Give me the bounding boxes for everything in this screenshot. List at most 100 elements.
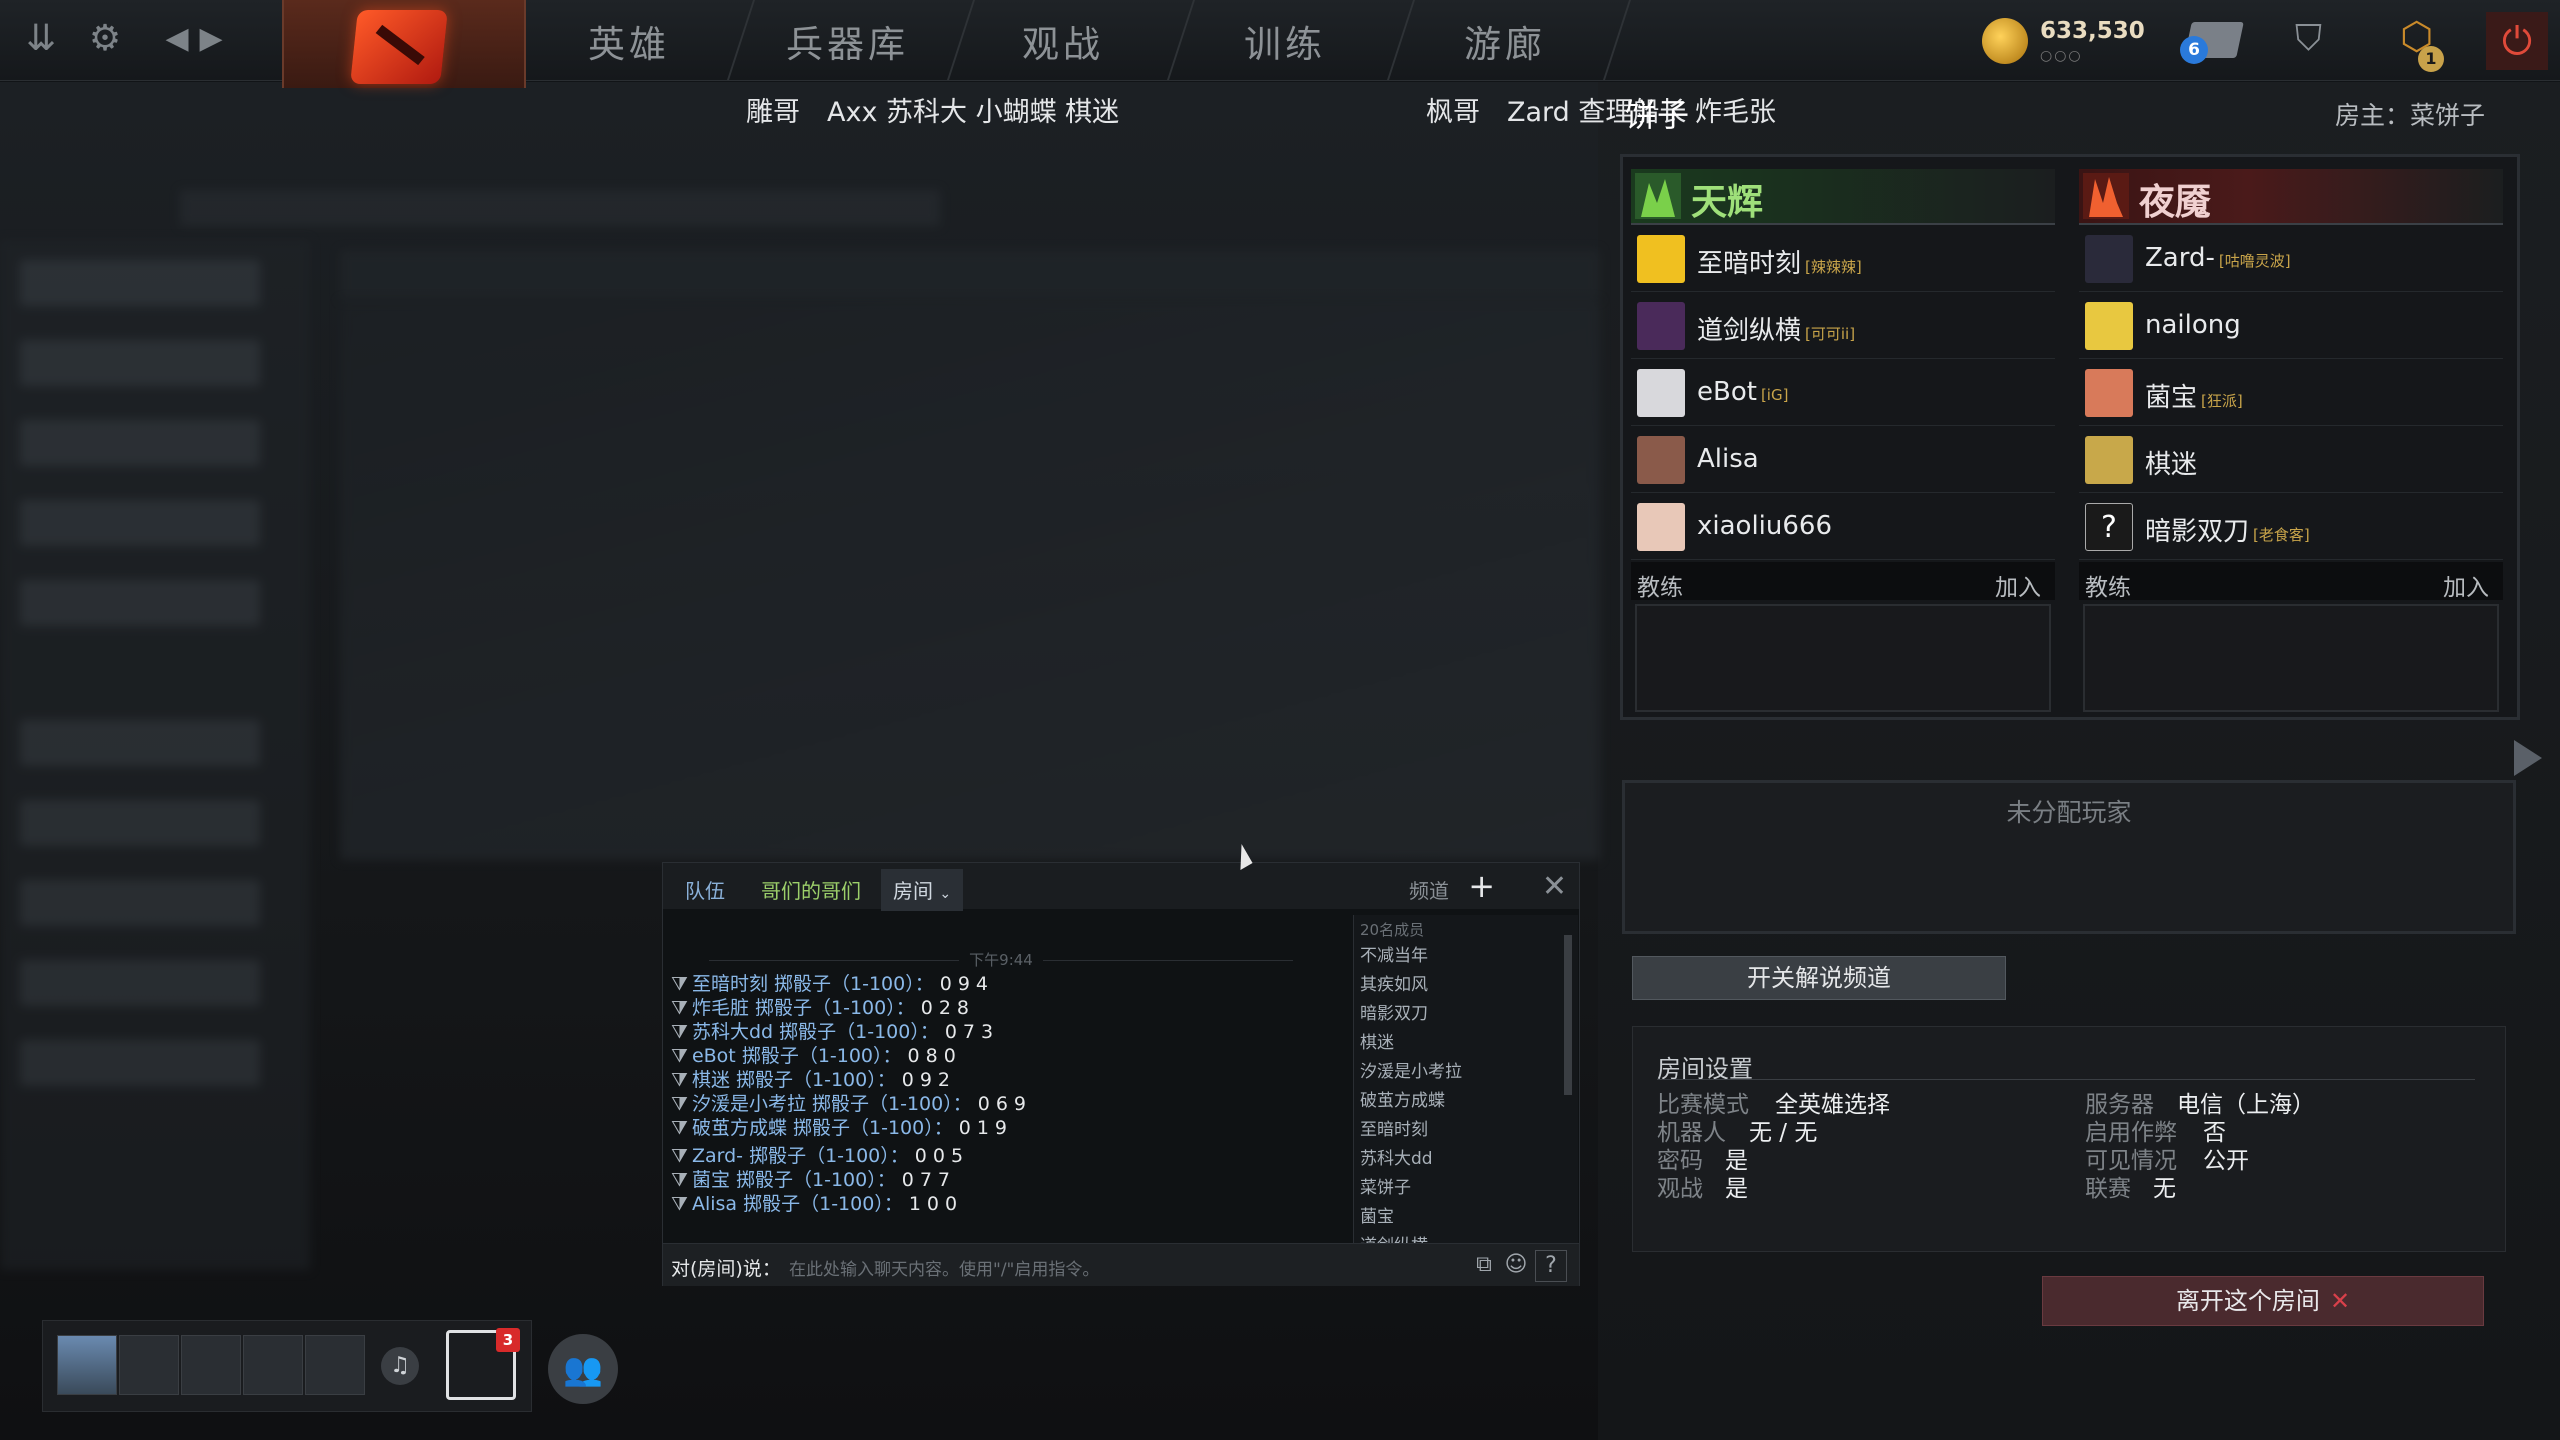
chat-input[interactable]: 在此处输入聊天内容。使用"/"启用指令。: [789, 1255, 1099, 1280]
gold-coin-icon[interactable]: [1982, 18, 2028, 64]
chat-timestamp: 下午9:44: [671, 949, 1331, 970]
party-slot-self[interactable]: [57, 1335, 117, 1395]
member-item[interactable]: 其疾如风: [1360, 970, 1428, 995]
group-icon[interactable]: 👥: [548, 1334, 618, 1404]
top-bar: ⇊ ⚙ ◀ ▶ 英雄 兵器库 观战 训练 游廊 633,530 ○○○ 6 ⛉ …: [0, 0, 2560, 88]
member-item[interactable]: 菌宝: [1360, 1202, 1394, 1227]
player-slot[interactable]: ? 暗影双刀 [老食客]: [2079, 493, 2503, 560]
player-rank-icon: ⧩: [671, 1117, 688, 1139]
power-icon[interactable]: ⏻: [2486, 12, 2548, 70]
player-name: nailong: [2145, 310, 2241, 340]
player-avatar: [2085, 235, 2133, 283]
member-item[interactable]: 破茧方成蝶: [1360, 1086, 1445, 1111]
blurred-tabs: [340, 250, 1600, 300]
dota-logo-tab[interactable]: [282, 0, 526, 88]
chat-tab-room[interactable]: 房间 ⌄: [881, 869, 964, 911]
armory-icon[interactable]: ⛉: [2295, 18, 2341, 60]
radiant-header: 天辉: [1631, 169, 2055, 225]
radiant-flag-icon: [1635, 173, 1681, 219]
gold-amount: 633,530: [2040, 18, 2145, 44]
chat-message: ⧩ Alisa 掷骰子（1-100）： 100: [671, 1193, 964, 1215]
chat-tab-team[interactable]: 队伍: [685, 875, 725, 904]
nav-learn[interactable]: 训练: [1244, 14, 1326, 66]
member-count: 20名成员: [1360, 921, 1425, 939]
leave-room-label: 离开这个房间: [2175, 1287, 2320, 1315]
player-name: 道剑纵横 [可可ii]: [1697, 316, 1856, 346]
nav-armory[interactable]: 兵器库: [786, 14, 909, 66]
member-item[interactable]: 至暗时刻: [1360, 1115, 1428, 1140]
member-item[interactable]: 棋迷: [1360, 1028, 1394, 1053]
chat-message: ⧩ 破茧方成蝶 掷骰子（1-100）： 019: [671, 1117, 1013, 1139]
room-settings: 房间设置 比赛模式 全英雄选择 机器人无 / 无 密码是 观战是 服务器 电信（上海…: [1632, 1026, 2506, 1252]
player-avatar: ?: [2085, 503, 2133, 551]
chat-window: 队伍 哥们的哥们 房间 ⌄ 频道 + ✕ 下午9:44 ⧩ 至暗时刻 掷骰子（1-…: [662, 862, 1580, 1286]
player-name: 棋迷: [2145, 450, 2198, 480]
member-item[interactable]: 汐湲是小考拉: [1360, 1057, 1462, 1082]
player-rank-icon: ⧩: [671, 1045, 688, 1067]
nav-arcade[interactable]: 游廊: [1464, 14, 1546, 66]
chat-message: ⧩ 菌宝 掷骰子（1-100）： 077: [671, 1169, 956, 1191]
chat-tabs: 队伍 哥们的哥们 房间 ⌄ 频道 + ✕: [663, 863, 1579, 911]
player-slot[interactable]: 道剑纵横 [可可ii]: [1631, 292, 2055, 359]
chat-message: ⧩ 炸毛脏 掷骰子（1-100）： 028: [671, 997, 975, 1019]
emoji-icon[interactable]: ☺: [1501, 1250, 1531, 1280]
player-rank-icon: ⧩: [671, 1193, 688, 1215]
setting-row: 联赛无: [2085, 1176, 2176, 1202]
player-name: eBot [iG]: [1697, 377, 1789, 407]
notification-badge: 3: [496, 1328, 520, 1352]
close-icon[interactable]: ✕: [1542, 869, 1567, 904]
radiant-coach-join-button[interactable]: 加入: [1995, 568, 2041, 602]
player-avatar: [1637, 235, 1685, 283]
member-item[interactable]: 道剑纵横: [1360, 1231, 1428, 1243]
party-slot-empty[interactable]: [119, 1335, 179, 1395]
player-slot[interactable]: 菌宝 [狂派]: [2079, 359, 2503, 426]
member-item[interactable]: 苏科大dd: [1360, 1144, 1433, 1169]
player-slot[interactable]: nailong: [2079, 292, 2503, 359]
add-channel-icon[interactable]: +: [1468, 867, 1495, 905]
help-icon[interactable]: ?: [1535, 1250, 1567, 1282]
player-avatar: [2085, 302, 2133, 350]
blurred-breadcrumb: [180, 190, 940, 226]
unassigned-players-area[interactable]: 未分配玩家: [1622, 780, 2516, 934]
scrollbar[interactable]: [1564, 935, 1572, 1095]
leave-room-button[interactable]: 离开这个房间 ✕: [2042, 1276, 2484, 1326]
player-slot[interactable]: 至暗时刻 [辣辣辣]: [1631, 225, 2055, 292]
player-slot[interactable]: Zard- [咕噜灵波]: [2079, 225, 2503, 292]
player-name: 至暗时刻 [辣辣辣]: [1697, 249, 1862, 279]
player-name: Zard- [咕噜灵波]: [2145, 243, 2291, 273]
headset-icon[interactable]: ♫: [381, 1347, 419, 1385]
coach-label: 教练: [1637, 575, 1683, 601]
expand-arrow-icon[interactable]: [2514, 740, 2542, 776]
nav-divider: [947, 0, 975, 80]
player-slot[interactable]: eBot [iG]: [1631, 359, 2055, 426]
dire-flag-icon: [2083, 173, 2129, 219]
toggle-caster-channel-button[interactable]: 开关解说频道: [1632, 956, 2006, 1000]
party-slot-empty[interactable]: [305, 1335, 365, 1395]
dire-coach-join-button[interactable]: 加入: [2443, 568, 2489, 602]
gear-icon[interactable]: ⚙: [80, 14, 130, 64]
player-slot[interactable]: xiaoliu666: [1631, 493, 2055, 560]
member-item[interactable]: 不减当年: [1360, 941, 1428, 966]
screenshot-icon[interactable]: ⧉: [1469, 1250, 1499, 1280]
dire-header: 夜魇: [2079, 169, 2503, 225]
chat-tab-party[interactable]: 哥们的哥们: [761, 875, 861, 904]
chat-message: ⧩ 至暗时刻 掷骰子（1-100）： 094: [671, 973, 994, 995]
player-slot[interactable]: 棋迷: [2079, 426, 2503, 493]
collapse-icon[interactable]: ⇊: [16, 14, 66, 64]
member-item[interactable]: 菜饼子: [1360, 1173, 1411, 1198]
blurred-graph: [340, 300, 1600, 860]
chat-channel-button[interactable]: 频道: [1409, 875, 1449, 904]
nav-watch[interactable]: 观战: [1022, 14, 1104, 66]
dire-team: 夜魇 Zard- [咕噜灵波] nailong 菌宝 [狂派] 棋迷 ? 暗影双刀 [老…: [2079, 169, 2503, 712]
dire-coach-slot[interactable]: [2083, 604, 2499, 712]
party-slot-empty[interactable]: [181, 1335, 241, 1395]
player-rank-icon: ⧩: [671, 1069, 688, 1091]
radiant-coach-slot[interactable]: [1635, 604, 2051, 712]
member-item[interactable]: 暗影双刀: [1360, 999, 1428, 1024]
party-slot-empty[interactable]: [243, 1335, 303, 1395]
nav-heroes[interactable]: 英雄: [588, 14, 670, 66]
chat-message: ⧩ 棋迷 掷骰子（1-100）： 092: [671, 1069, 956, 1091]
player-slot[interactable]: Alisa: [1631, 426, 2055, 493]
forward-arrow-icon[interactable]: ▶: [186, 14, 236, 64]
chat-input-bar: 对(房间)说： 在此处输入聊天内容。使用"/"启用指令。 ☺ ? ⧉: [663, 1243, 1579, 1286]
